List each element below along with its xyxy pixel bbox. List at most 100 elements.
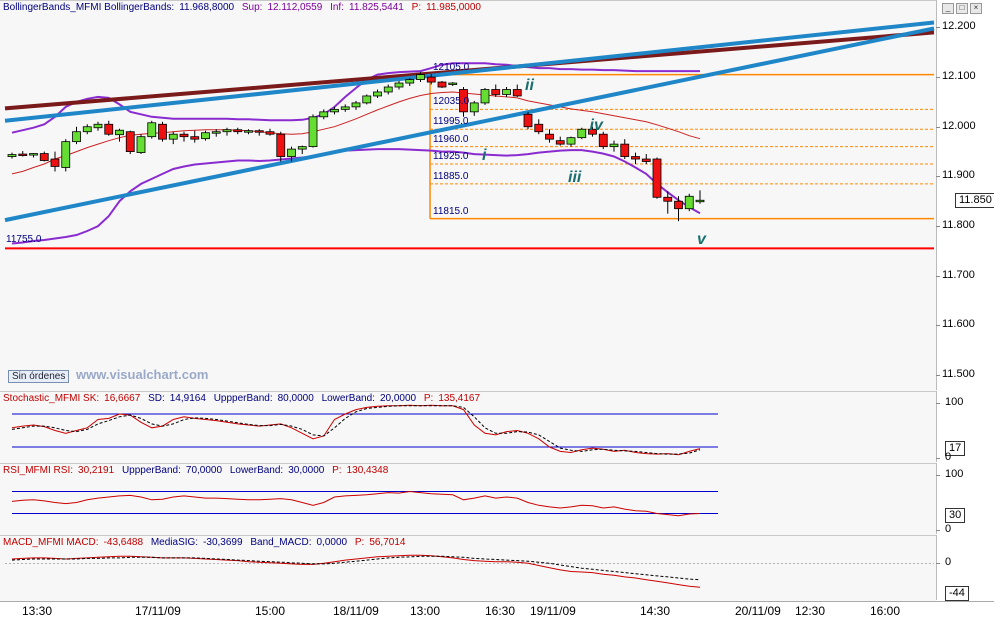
price-y-tick-label: 12.100: [942, 70, 976, 83]
trendline-upper-blue: [4, 20, 935, 123]
candle-body: [125, 131, 135, 152]
candle-body: [319, 111, 329, 118]
candle-body: [405, 79, 415, 84]
candle-body: [136, 136, 146, 153]
candle-body: [469, 102, 479, 113]
candle-body: [394, 82, 404, 88]
candle-body: [93, 123, 103, 129]
price-y-tick-label: 11.700: [942, 268, 975, 281]
support-label: 11755.0: [6, 234, 42, 246]
fib-level-label: 11960.0: [433, 133, 469, 145]
price-y-tick-mark: [936, 226, 940, 228]
candle-body: [104, 123, 114, 135]
candle-body: [29, 153, 38, 156]
candle-body: [308, 116, 318, 148]
candle-body: [233, 129, 243, 133]
chart-plot: [4, 20, 935, 588]
candle-body: [491, 89, 501, 95]
candle-body: [416, 74, 425, 80]
wave-label: iv: [589, 116, 603, 134]
indicator-y-tick: 0: [945, 451, 952, 463]
series-macd: [11, 554, 701, 588]
candle-body: [426, 76, 436, 83]
x-axis-label: 13:00: [410, 604, 441, 618]
candle-body: [190, 136, 200, 140]
series-rsi: [11, 490, 701, 517]
candle-body: [297, 146, 307, 150]
x-axis-label: 13:30: [22, 604, 53, 618]
fib-level-label: 12105.0: [433, 61, 470, 73]
candle-body: [50, 158, 60, 167]
price-y-tick-label: 11.600: [942, 318, 975, 331]
candle-body: [437, 81, 447, 88]
indicator-y-tick-mark: [936, 458, 940, 459]
candle-body: [684, 195, 694, 210]
indicator-y-tick: 0: [945, 556, 952, 569]
candle-body: [265, 131, 275, 135]
candle-body: [609, 143, 619, 148]
candle-body: [18, 153, 28, 156]
series-sig: [11, 555, 701, 581]
indicator-y-tick-mark: [936, 403, 940, 404]
price-y-tick-label: 11.500: [942, 368, 975, 381]
candle-body: [480, 89, 490, 104]
price-y-tick-label: 11.900: [942, 169, 975, 182]
x-axis-label: 18/11/09: [333, 604, 379, 618]
candle-body: [222, 129, 232, 133]
candle-body: [512, 89, 522, 97]
trendline-lower-blue: [4, 26, 935, 223]
candle-body: [383, 86, 393, 93]
candle-body: [287, 148, 296, 157]
candle-body: [577, 128, 587, 139]
candle-body: [663, 196, 673, 202]
candle-body: [61, 141, 71, 168]
candle-body: [534, 123, 544, 133]
x-axis-label: 16:00: [870, 604, 901, 618]
x-axis-label: 16:30: [485, 604, 516, 618]
candle-body: [201, 132, 210, 140]
candle-body: [448, 82, 458, 85]
x-axis-label: 19/11/09: [530, 604, 576, 618]
indicator-y-tick-mark: [936, 563, 940, 565]
candle-body: [82, 126, 92, 133]
candle-body: [276, 133, 286, 157]
candle-body: [158, 123, 167, 140]
candle-body: [373, 91, 382, 97]
candle-body: [598, 133, 608, 148]
chart-window: BollingerBands_MFMI BollingerBands: 11.96…: [0, 0, 994, 620]
candle-body: [566, 137, 576, 145]
wave-label: i: [482, 146, 487, 164]
indicator-y-tick: 0: [945, 523, 952, 535]
candle-body: [211, 131, 221, 134]
candle-body: [555, 140, 565, 145]
fib-level-label: 11925.0: [433, 150, 469, 162]
candle-body: [7, 154, 17, 157]
x-axis-label: 12:30: [795, 604, 826, 618]
candle-body: [631, 156, 640, 160]
candle-body: [340, 106, 350, 110]
wave-label: v: [697, 230, 706, 248]
price-y-tick-mark: [936, 176, 940, 178]
candle-body: [502, 89, 511, 95]
candle-body: [72, 131, 81, 143]
price-y-tick-mark: [936, 325, 940, 327]
price-y-tick-label: 12.000: [942, 119, 976, 132]
price-y-tick-label: 12.200: [942, 20, 976, 33]
fib-level-label: 12035.0: [433, 96, 470, 108]
x-axis-label: 15:00: [255, 604, 286, 618]
wave-label: ii: [525, 77, 534, 94]
candle-body: [545, 133, 554, 140]
price-y-tick-mark: [936, 27, 940, 29]
price-y-tick-mark: [936, 275, 940, 277]
candle-body: [620, 143, 630, 157]
fib-level-label: 11815.0: [433, 205, 469, 217]
candle-body: [168, 133, 178, 140]
candle-body: [330, 108, 339, 113]
candle-body: [115, 129, 124, 136]
candle-body: [147, 122, 157, 138]
indicator-y-tick-mark: [936, 475, 940, 476]
candle-body: [652, 158, 662, 198]
fib-level-label: 11995.0: [433, 116, 469, 128]
indicator-y-tick-mark: [936, 530, 940, 531]
fib-level-label: 11885.0: [433, 170, 469, 182]
